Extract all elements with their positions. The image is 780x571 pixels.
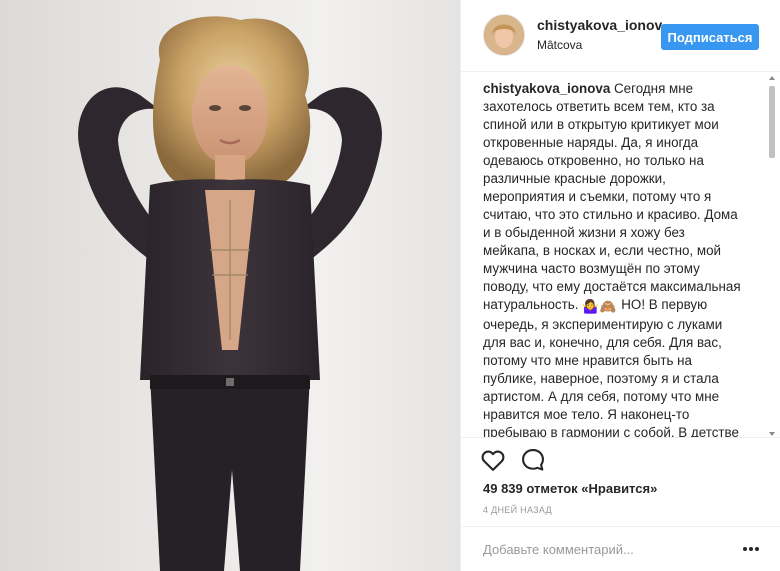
follow-button[interactable]: Подписаться bbox=[661, 24, 759, 50]
post-photo-illustration bbox=[78, 16, 382, 571]
post-timestamp[interactable]: 4 дней назад bbox=[483, 505, 552, 515]
likes-count[interactable]: 49 839 отметок «Нравится» bbox=[483, 481, 657, 496]
scroll-down-arrow-icon[interactable] bbox=[769, 432, 775, 436]
see-no-evil-monkey-emoji-icon: 🙈 bbox=[599, 299, 617, 314]
scroll-up-arrow-icon[interactable] bbox=[769, 76, 775, 80]
avatar-image bbox=[484, 15, 524, 55]
comment-bar bbox=[461, 526, 780, 571]
comment-input[interactable] bbox=[483, 537, 723, 561]
heart-icon[interactable] bbox=[479, 446, 507, 474]
caption-text-part1: Сегодня мне захотелось ответить всем тем… bbox=[483, 81, 741, 312]
avatar[interactable] bbox=[483, 14, 525, 56]
caption-scrollbar[interactable] bbox=[768, 76, 776, 436]
caption: chistyakova_ionova Сегодня мне захотелос… bbox=[483, 80, 741, 437]
post-details-panel: chistyakova_ionov Mâtcova Подписаться ch… bbox=[460, 0, 780, 571]
caption-username[interactable]: chistyakova_ionova bbox=[483, 81, 610, 96]
comment-icon[interactable] bbox=[519, 446, 547, 474]
post-photo[interactable] bbox=[0, 0, 460, 571]
action-bar bbox=[461, 437, 780, 481]
post-header: chistyakova_ionov Mâtcova Подписаться bbox=[461, 0, 780, 72]
caption-text-part2: НО! В первую очередь, я экспериментирую … bbox=[483, 297, 739, 437]
woman-shrugging-emoji-icon: 🤷‍♀️ bbox=[582, 299, 599, 314]
scroll-thumb[interactable] bbox=[769, 86, 775, 158]
more-options-icon[interactable] bbox=[741, 541, 761, 557]
location[interactable]: Mâtcova bbox=[537, 38, 582, 52]
username[interactable]: chistyakova_ionov bbox=[537, 17, 662, 33]
